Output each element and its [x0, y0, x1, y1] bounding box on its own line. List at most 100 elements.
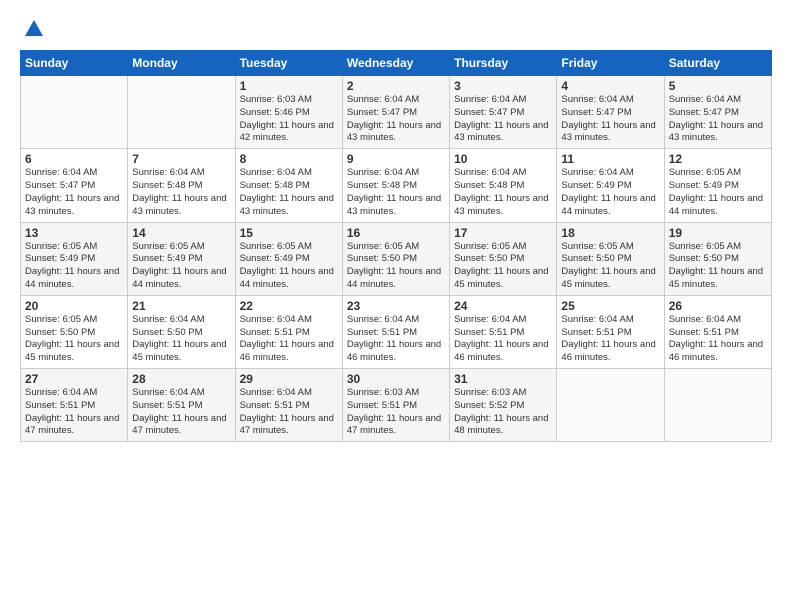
calendar-cell: 8Sunrise: 6:04 AMSunset: 5:48 PMDaylight… — [235, 149, 342, 222]
day-number: 14 — [132, 226, 230, 240]
calendar-cell: 4Sunrise: 6:04 AMSunset: 5:47 PMDaylight… — [557, 76, 664, 149]
day-number: 25 — [561, 299, 659, 313]
col-header-thursday: Thursday — [450, 51, 557, 76]
calendar-cell: 23Sunrise: 6:04 AMSunset: 5:51 PMDayligh… — [342, 295, 449, 368]
day-number: 20 — [25, 299, 123, 313]
col-header-friday: Friday — [557, 51, 664, 76]
day-number: 27 — [25, 372, 123, 386]
day-info: Sunrise: 6:04 AMSunset: 5:51 PMDaylight:… — [669, 314, 767, 365]
day-number: 1 — [240, 79, 338, 93]
logo-icon — [23, 18, 45, 40]
calendar-week-row: 1Sunrise: 6:03 AMSunset: 5:46 PMDaylight… — [21, 76, 772, 149]
day-info: Sunrise: 6:04 AMSunset: 5:47 PMDaylight:… — [454, 94, 552, 145]
calendar-cell: 3Sunrise: 6:04 AMSunset: 5:47 PMDaylight… — [450, 76, 557, 149]
calendar-cell: 22Sunrise: 6:04 AMSunset: 5:51 PMDayligh… — [235, 295, 342, 368]
day-info: Sunrise: 6:04 AMSunset: 5:51 PMDaylight:… — [347, 314, 445, 365]
day-info: Sunrise: 6:04 AMSunset: 5:51 PMDaylight:… — [132, 387, 230, 438]
calendar-cell: 1Sunrise: 6:03 AMSunset: 5:46 PMDaylight… — [235, 76, 342, 149]
day-number: 28 — [132, 372, 230, 386]
day-info: Sunrise: 6:04 AMSunset: 5:51 PMDaylight:… — [240, 387, 338, 438]
calendar-cell: 26Sunrise: 6:04 AMSunset: 5:51 PMDayligh… — [664, 295, 771, 368]
logo-text — [20, 18, 45, 40]
day-number: 2 — [347, 79, 445, 93]
calendar-cell: 29Sunrise: 6:04 AMSunset: 5:51 PMDayligh… — [235, 369, 342, 442]
day-info: Sunrise: 6:03 AMSunset: 5:46 PMDaylight:… — [240, 94, 338, 145]
day-number: 30 — [347, 372, 445, 386]
calendar-week-row: 13Sunrise: 6:05 AMSunset: 5:49 PMDayligh… — [21, 222, 772, 295]
day-info: Sunrise: 6:04 AMSunset: 5:51 PMDaylight:… — [454, 314, 552, 365]
day-info: Sunrise: 6:03 AMSunset: 5:51 PMDaylight:… — [347, 387, 445, 438]
day-info: Sunrise: 6:04 AMSunset: 5:48 PMDaylight:… — [454, 167, 552, 218]
calendar-header-row: SundayMondayTuesdayWednesdayThursdayFrid… — [21, 51, 772, 76]
calendar-cell: 17Sunrise: 6:05 AMSunset: 5:50 PMDayligh… — [450, 222, 557, 295]
day-info: Sunrise: 6:04 AMSunset: 5:48 PMDaylight:… — [240, 167, 338, 218]
day-number: 13 — [25, 226, 123, 240]
day-info: Sunrise: 6:04 AMSunset: 5:51 PMDaylight:… — [25, 387, 123, 438]
day-number: 4 — [561, 79, 659, 93]
day-number: 6 — [25, 152, 123, 166]
day-info: Sunrise: 6:05 AMSunset: 5:49 PMDaylight:… — [132, 241, 230, 292]
calendar-cell: 11Sunrise: 6:04 AMSunset: 5:49 PMDayligh… — [557, 149, 664, 222]
calendar-cell: 7Sunrise: 6:04 AMSunset: 5:48 PMDaylight… — [128, 149, 235, 222]
calendar-cell: 5Sunrise: 6:04 AMSunset: 5:47 PMDaylight… — [664, 76, 771, 149]
day-number: 10 — [454, 152, 552, 166]
day-number: 15 — [240, 226, 338, 240]
day-number: 16 — [347, 226, 445, 240]
calendar-cell: 15Sunrise: 6:05 AMSunset: 5:49 PMDayligh… — [235, 222, 342, 295]
day-info: Sunrise: 6:05 AMSunset: 5:49 PMDaylight:… — [25, 241, 123, 292]
col-header-sunday: Sunday — [21, 51, 128, 76]
day-info: Sunrise: 6:05 AMSunset: 5:49 PMDaylight:… — [240, 241, 338, 292]
calendar-cell: 20Sunrise: 6:05 AMSunset: 5:50 PMDayligh… — [21, 295, 128, 368]
day-number: 22 — [240, 299, 338, 313]
calendar-cell — [557, 369, 664, 442]
day-number: 21 — [132, 299, 230, 313]
day-info: Sunrise: 6:04 AMSunset: 5:50 PMDaylight:… — [132, 314, 230, 365]
calendar-cell: 14Sunrise: 6:05 AMSunset: 5:49 PMDayligh… — [128, 222, 235, 295]
day-info: Sunrise: 6:05 AMSunset: 5:50 PMDaylight:… — [454, 241, 552, 292]
calendar-cell: 6Sunrise: 6:04 AMSunset: 5:47 PMDaylight… — [21, 149, 128, 222]
day-number: 12 — [669, 152, 767, 166]
calendar-cell: 2Sunrise: 6:04 AMSunset: 5:47 PMDaylight… — [342, 76, 449, 149]
day-number: 7 — [132, 152, 230, 166]
col-header-tuesday: Tuesday — [235, 51, 342, 76]
calendar-cell: 27Sunrise: 6:04 AMSunset: 5:51 PMDayligh… — [21, 369, 128, 442]
day-info: Sunrise: 6:03 AMSunset: 5:52 PMDaylight:… — [454, 387, 552, 438]
page: SundayMondayTuesdayWednesdayThursdayFrid… — [0, 0, 792, 612]
calendar-cell: 24Sunrise: 6:04 AMSunset: 5:51 PMDayligh… — [450, 295, 557, 368]
calendar-cell — [664, 369, 771, 442]
col-header-saturday: Saturday — [664, 51, 771, 76]
logo — [20, 18, 45, 40]
day-info: Sunrise: 6:05 AMSunset: 5:50 PMDaylight:… — [347, 241, 445, 292]
calendar-week-row: 27Sunrise: 6:04 AMSunset: 5:51 PMDayligh… — [21, 369, 772, 442]
day-info: Sunrise: 6:04 AMSunset: 5:48 PMDaylight:… — [132, 167, 230, 218]
calendar-cell: 16Sunrise: 6:05 AMSunset: 5:50 PMDayligh… — [342, 222, 449, 295]
day-info: Sunrise: 6:04 AMSunset: 5:47 PMDaylight:… — [25, 167, 123, 218]
day-number: 29 — [240, 372, 338, 386]
day-number: 23 — [347, 299, 445, 313]
calendar-table: SundayMondayTuesdayWednesdayThursdayFrid… — [20, 50, 772, 442]
day-info: Sunrise: 6:04 AMSunset: 5:47 PMDaylight:… — [561, 94, 659, 145]
day-info: Sunrise: 6:04 AMSunset: 5:47 PMDaylight:… — [669, 94, 767, 145]
calendar-cell: 30Sunrise: 6:03 AMSunset: 5:51 PMDayligh… — [342, 369, 449, 442]
col-header-monday: Monday — [128, 51, 235, 76]
day-info: Sunrise: 6:04 AMSunset: 5:48 PMDaylight:… — [347, 167, 445, 218]
day-info: Sunrise: 6:04 AMSunset: 5:49 PMDaylight:… — [561, 167, 659, 218]
calendar-cell: 9Sunrise: 6:04 AMSunset: 5:48 PMDaylight… — [342, 149, 449, 222]
calendar-cell: 10Sunrise: 6:04 AMSunset: 5:48 PMDayligh… — [450, 149, 557, 222]
calendar-cell: 19Sunrise: 6:05 AMSunset: 5:50 PMDayligh… — [664, 222, 771, 295]
day-number: 24 — [454, 299, 552, 313]
day-number: 19 — [669, 226, 767, 240]
day-number: 17 — [454, 226, 552, 240]
calendar-cell: 12Sunrise: 6:05 AMSunset: 5:49 PMDayligh… — [664, 149, 771, 222]
calendar-cell: 28Sunrise: 6:04 AMSunset: 5:51 PMDayligh… — [128, 369, 235, 442]
day-info: Sunrise: 6:05 AMSunset: 5:50 PMDaylight:… — [669, 241, 767, 292]
calendar-cell: 31Sunrise: 6:03 AMSunset: 5:52 PMDayligh… — [450, 369, 557, 442]
calendar-cell — [21, 76, 128, 149]
calendar-week-row: 20Sunrise: 6:05 AMSunset: 5:50 PMDayligh… — [21, 295, 772, 368]
calendar-cell: 13Sunrise: 6:05 AMSunset: 5:49 PMDayligh… — [21, 222, 128, 295]
day-number: 31 — [454, 372, 552, 386]
header — [20, 18, 772, 40]
day-number: 5 — [669, 79, 767, 93]
day-number: 18 — [561, 226, 659, 240]
day-info: Sunrise: 6:04 AMSunset: 5:51 PMDaylight:… — [561, 314, 659, 365]
